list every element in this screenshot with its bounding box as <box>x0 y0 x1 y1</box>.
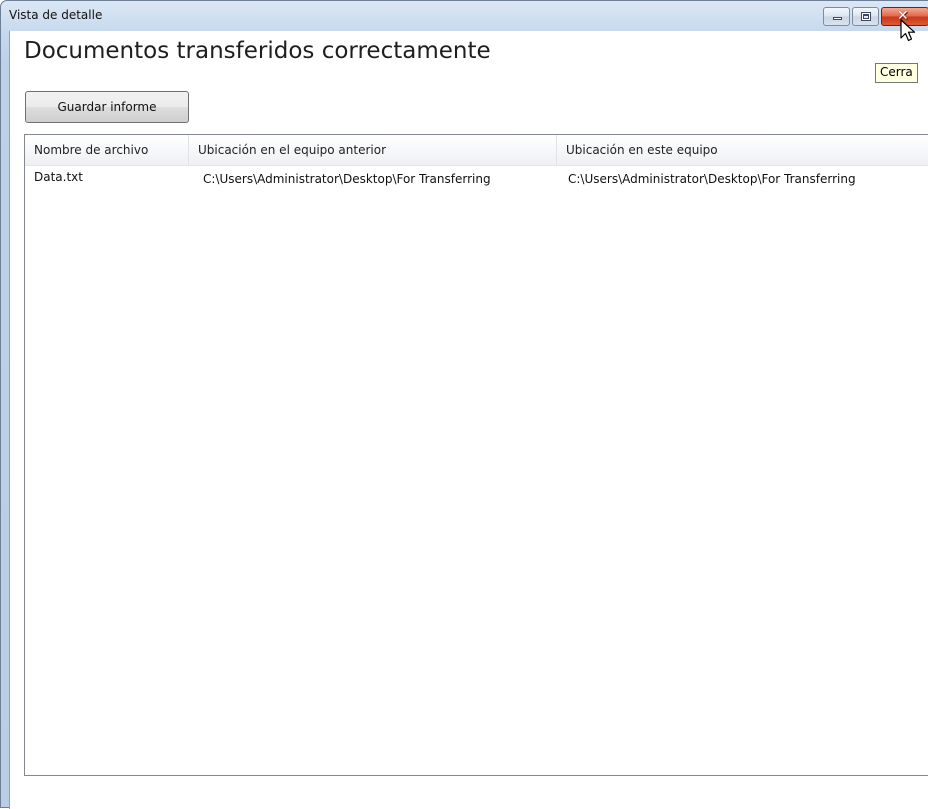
page-title: Documentos transferidos correctamente <box>24 38 491 64</box>
minimize-button[interactable] <box>823 7 850 26</box>
save-report-button[interactable]: Guardar informe <box>25 91 189 123</box>
column-header-file-name[interactable]: Nombre de archivo <box>25 135 189 165</box>
cell-current-location: C:\Users\Administrator\Desktop\For Trans… <box>568 172 856 186</box>
transferred-files-table[interactable]: Nombre de archivo Ubicación en el equipo… <box>24 134 928 776</box>
close-tooltip: Cerra <box>875 63 918 83</box>
minimize-icon <box>833 17 842 20</box>
cell-previous-location: C:\Users\Administrator\Desktop\For Trans… <box>203 172 491 186</box>
window-title: Vista de detalle <box>9 8 103 22</box>
column-header-current-location[interactable]: Ubicación en este equipo <box>557 135 928 165</box>
table-header: Nombre de archivo Ubicación en el equipo… <box>25 135 928 166</box>
mouse-pointer-icon <box>900 19 916 42</box>
maximize-button[interactable] <box>852 7 879 26</box>
column-header-previous-location[interactable]: Ubicación en el equipo anterior <box>189 135 557 165</box>
title-bar[interactable]: Vista de detalle ✕ <box>1 1 928 31</box>
cell-file-name: Data.txt <box>34 170 83 184</box>
table-row[interactable]: Data.txt C:\Users\Administrator\Desktop\… <box>25 166 928 190</box>
maximize-icon <box>861 12 871 21</box>
